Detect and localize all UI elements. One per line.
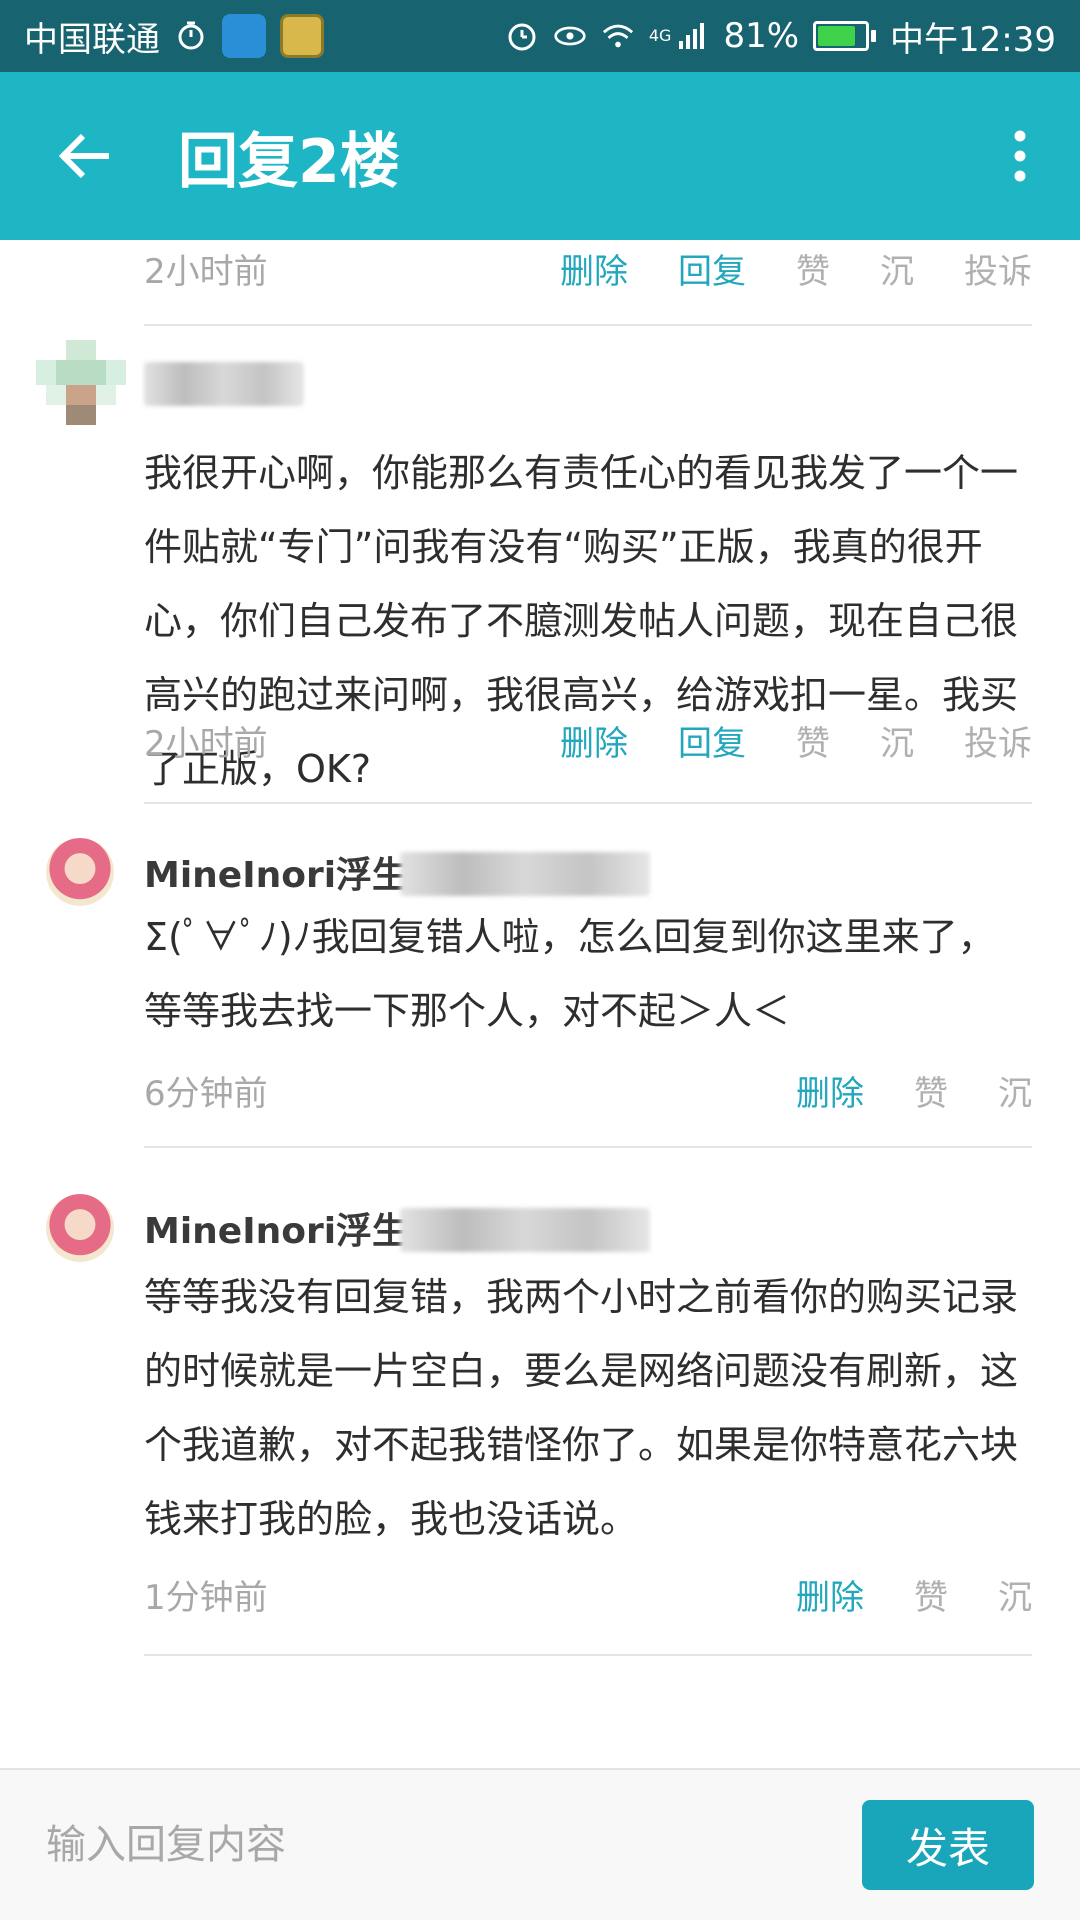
divider bbox=[144, 324, 1032, 326]
eye-comfort-icon bbox=[553, 19, 587, 53]
avatar[interactable] bbox=[46, 1194, 114, 1262]
wifi-icon bbox=[601, 19, 635, 53]
report-button[interactable]: 投诉 bbox=[964, 716, 1032, 765]
clock: 中午12:39 bbox=[890, 19, 1056, 60]
battery-percent: 81% bbox=[723, 16, 800, 56]
more-vertical-icon bbox=[1014, 130, 1026, 182]
comment-time: 1分钟前 bbox=[144, 1577, 268, 1618]
blurred-username bbox=[144, 362, 304, 406]
blurred-user-badge bbox=[400, 1208, 650, 1252]
like-button[interactable]: 赞 bbox=[796, 716, 830, 765]
sink-button[interactable]: 沉 bbox=[880, 244, 914, 293]
reply-button[interactable]: 回复 bbox=[678, 716, 746, 765]
delete-button[interactable]: 删除 bbox=[796, 1066, 864, 1115]
username[interactable]: MineInori浮生 bbox=[144, 844, 408, 900]
sink-button[interactable]: 沉 bbox=[880, 716, 914, 765]
like-button[interactable]: 赞 bbox=[914, 1570, 948, 1619]
comment-meta-row: 6分钟前 删除 赞 沉 bbox=[144, 1060, 1032, 1120]
sink-button[interactable]: 沉 bbox=[998, 1570, 1032, 1619]
app-notification-icon bbox=[222, 14, 266, 58]
blurred-user-badge bbox=[400, 852, 650, 896]
back-button[interactable] bbox=[0, 72, 170, 240]
star-app-notification-icon bbox=[280, 14, 324, 58]
comment-meta-row: 1分钟前 删除 赞 沉 bbox=[144, 1564, 1032, 1624]
avatar[interactable] bbox=[46, 838, 114, 906]
reply-bar: 发表 bbox=[0, 1768, 1080, 1920]
comment-text: Σ(ﾟ∀ﾟﾉ)ﾉ我回复错人啦，怎么回复到你这里来了，等等我去找一下那个人，对不起… bbox=[144, 915, 996, 1033]
reply-input[interactable] bbox=[46, 1801, 842, 1889]
signal-icon bbox=[675, 19, 709, 53]
comment-meta-row: 2小时前 删除 回复 赞 沉 投诉 bbox=[144, 710, 1032, 770]
divider bbox=[144, 802, 1032, 804]
delete-button[interactable]: 删除 bbox=[560, 244, 628, 293]
avatar[interactable] bbox=[36, 340, 126, 430]
username[interactable]: MineInori浮生 bbox=[144, 1200, 408, 1256]
like-button[interactable]: 赞 bbox=[914, 1066, 948, 1115]
page-title: 回复2楼 bbox=[178, 126, 400, 197]
comment-list[interactable]: 2小时前 删除 回复 赞 沉 投诉 我很开心啊，你能那么有责任心的看见我发了一个… bbox=[0, 240, 1080, 1768]
sink-button[interactable]: 沉 bbox=[998, 1066, 1032, 1115]
comment-time: 6分钟前 bbox=[144, 1073, 268, 1114]
timer-icon bbox=[174, 19, 208, 53]
divider bbox=[144, 1146, 1032, 1148]
report-button[interactable]: 投诉 bbox=[964, 244, 1032, 293]
more-options-button[interactable] bbox=[960, 72, 1080, 240]
comment-text: 等等我没有回复错，我两个小时之前看你的购买记录的时候就是一片空白，要么是网络问题… bbox=[144, 1275, 1019, 1541]
send-button[interactable]: 发表 bbox=[862, 1800, 1034, 1890]
like-button[interactable]: 赞 bbox=[796, 244, 830, 293]
comment-time: 2小时前 bbox=[144, 723, 268, 764]
arrow-left-icon bbox=[58, 133, 109, 179]
reply-button[interactable]: 回复 bbox=[678, 244, 746, 293]
status-bar: 中国联通 4G 81% 中午12:39 bbox=[0, 0, 1080, 72]
battery-icon bbox=[813, 21, 877, 51]
comment-meta-row: 2小时前 删除 回复 赞 沉 投诉 bbox=[144, 240, 1032, 298]
delete-button[interactable]: 删除 bbox=[560, 716, 628, 765]
carrier-label: 中国联通 bbox=[24, 19, 160, 60]
app-bar: 回复2楼 bbox=[0, 72, 1080, 240]
comment-time: 2小时前 bbox=[144, 251, 268, 292]
alarm-icon bbox=[505, 19, 539, 53]
divider bbox=[144, 1654, 1032, 1656]
delete-button[interactable]: 删除 bbox=[796, 1570, 864, 1619]
network-type-label: 4G bbox=[648, 25, 672, 45]
